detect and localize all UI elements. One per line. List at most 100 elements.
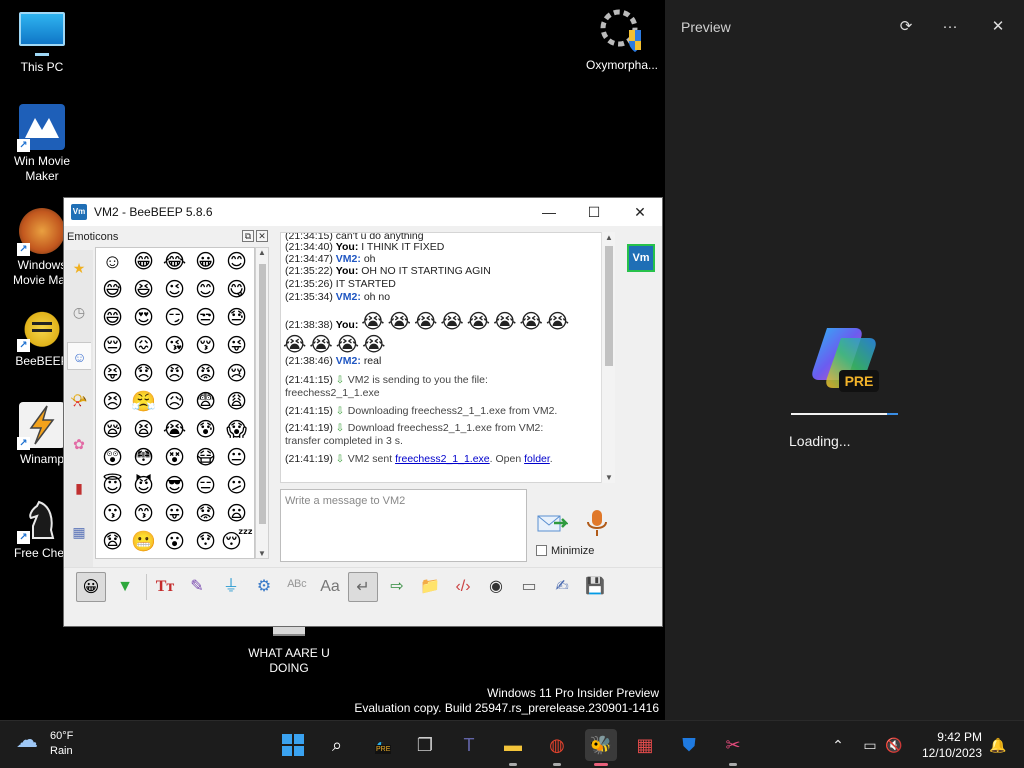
text-format-icon[interactable]: Aa bbox=[315, 572, 345, 602]
chrome-icon[interactable]: ◍ bbox=[541, 729, 573, 766]
emoticon-item[interactable]: 😗 bbox=[97, 501, 128, 528]
store-icon[interactable]: ▦ bbox=[629, 729, 661, 761]
emoticon-item[interactable]: 😔 bbox=[97, 333, 128, 360]
code-icon[interactable]: ‹/› bbox=[448, 572, 478, 602]
favorites-tab-star-icon[interactable]: ★ bbox=[67, 254, 91, 282]
emoticon-item[interactable]: 😚 bbox=[190, 333, 221, 360]
emoticon-item[interactable]: 😇 bbox=[97, 473, 128, 500]
window-titlebar[interactable]: Vm VM2 - BeeBEEP 5.8.6 — ☐ ✕ bbox=[64, 198, 662, 226]
show-hidden-icons-chevron-icon[interactable]: ⌃ bbox=[828, 735, 848, 755]
close-icon[interactable]: ✕ bbox=[985, 14, 1011, 40]
emoticon-item[interactable]: 😮 bbox=[159, 529, 190, 556]
emoticon-item[interactable]: 😉 bbox=[159, 277, 190, 304]
emoticon-item[interactable]: 😘 bbox=[159, 333, 190, 360]
emoticon-item[interactable]: 😡 bbox=[190, 361, 221, 388]
emoticon-item[interactable]: 😁 bbox=[128, 249, 159, 276]
emoticon-item[interactable]: 😎 bbox=[159, 473, 190, 500]
start-button[interactable] bbox=[277, 729, 309, 761]
emoticon-item[interactable]: 😷 bbox=[190, 445, 221, 472]
emoticon-item[interactable]: 😫 bbox=[128, 417, 159, 444]
recent-tab-clock-icon[interactable]: ◷ bbox=[67, 298, 91, 326]
scroll-thumb[interactable] bbox=[605, 246, 613, 366]
emoticon-item[interactable]: 😊 bbox=[221, 249, 252, 276]
save-chat-icon[interactable]: 💾 bbox=[580, 572, 610, 602]
maximize-window-button[interactable]: ☐ bbox=[571, 198, 617, 226]
desktop-file[interactable]: WHAT AARE U DOING bbox=[244, 622, 334, 676]
minimize-window-button[interactable]: — bbox=[526, 198, 572, 226]
beebeep-taskbar-icon[interactable]: 🐝 bbox=[585, 729, 617, 766]
voice-message-button[interactable] bbox=[584, 508, 610, 538]
scroll-up-icon[interactable]: ▲ bbox=[258, 248, 266, 257]
emoticon-item[interactable]: 😛 bbox=[159, 501, 190, 528]
notification-bell-icon[interactable]: 🔔 bbox=[988, 735, 1008, 755]
nature-tab-flower-icon[interactable]: ✿ bbox=[67, 430, 91, 458]
objects-tab-horn-icon[interactable]: 📯 bbox=[67, 386, 91, 414]
places-tab-icon[interactable]: ▮ bbox=[67, 474, 91, 502]
emoticon-item[interactable]: 😰 bbox=[190, 417, 221, 444]
emoticon-item[interactable]: 😲 bbox=[97, 445, 128, 472]
close-window-button[interactable]: ✕ bbox=[617, 198, 663, 226]
emoticon-item[interactable]: 😥 bbox=[159, 389, 190, 416]
search-icon[interactable]: ⌕ bbox=[321, 729, 353, 761]
emoticon-item[interactable]: 😊 bbox=[190, 277, 221, 304]
emoticon-item[interactable]: 😜 bbox=[221, 333, 252, 360]
color-pen-icon[interactable]: ✎ bbox=[182, 572, 212, 602]
emoticon-item[interactable]: 😵 bbox=[159, 445, 190, 472]
chat-scrollbar[interactable]: ▲ ▼ bbox=[601, 232, 615, 483]
display-icon[interactable]: ▭ bbox=[860, 735, 880, 755]
scroll-up-icon[interactable]: ▲ bbox=[603, 233, 615, 242]
emoticon-item[interactable]: 😈 bbox=[128, 473, 159, 500]
emoticon-item[interactable]: 😂 bbox=[159, 249, 190, 276]
emoticon-item[interactable]: 😯 bbox=[190, 529, 221, 556]
emoticon-item[interactable]: 😆 bbox=[128, 277, 159, 304]
emoticon-item[interactable]: 😒 bbox=[190, 305, 221, 332]
emoticon-item[interactable]: 😓 bbox=[221, 305, 252, 332]
emoticon-item[interactable]: ☺ bbox=[97, 249, 128, 276]
sent-file-link[interactable]: freechess2_1_1.exe bbox=[395, 453, 490, 465]
teams-icon[interactable]: T bbox=[453, 729, 485, 761]
symbols-tab-icon[interactable]: ▦ bbox=[67, 518, 91, 546]
camera-icon[interactable]: ◉ bbox=[481, 572, 511, 602]
emoticon-item[interactable]: 😕 bbox=[221, 473, 252, 500]
emoticon-item[interactable]: 😅 bbox=[97, 277, 128, 304]
snipping-tool-icon[interactable]: ✂ bbox=[717, 729, 749, 766]
task-view-icon[interactable]: ❐ bbox=[409, 729, 441, 761]
emoticon-item[interactable]: 😢 bbox=[221, 361, 252, 388]
emoticon-item[interactable]: 😞 bbox=[128, 361, 159, 388]
defender-shield-icon[interactable]: ⛊ bbox=[673, 729, 705, 761]
emoticon-item[interactable]: 😩 bbox=[221, 389, 252, 416]
people-tab-icon[interactable]: ☺ bbox=[67, 342, 91, 370]
emoticon-item[interactable]: 😝 bbox=[97, 361, 128, 388]
desktop-icon-win-movie-maker[interactable]: ↗ Win Movie Maker bbox=[0, 104, 84, 184]
emoticon-item[interactable]: 😳 bbox=[128, 445, 159, 472]
emoticon-item[interactable]: 😦 bbox=[221, 501, 252, 528]
more-options-icon[interactable]: ··· bbox=[937, 14, 963, 40]
scroll-thumb[interactable] bbox=[259, 264, 266, 524]
emoticon-item[interactable]: 😴 bbox=[221, 529, 253, 556]
emoticon-item[interactable]: 😄 bbox=[97, 305, 128, 332]
emoticons-toggle-icon[interactable]: 😀 bbox=[76, 572, 106, 602]
send-folder-icon[interactable]: 📁 bbox=[415, 572, 445, 602]
return-key-icon[interactable]: ↵ bbox=[348, 572, 378, 602]
emoticon-scrollbar[interactable]: ▲ ▼ bbox=[255, 247, 269, 559]
emoticon-item[interactable]: 😋 bbox=[221, 277, 252, 304]
emoticon-item[interactable]: 😟 bbox=[190, 501, 221, 528]
emoticon-bar-icon[interactable]: ▼ bbox=[110, 572, 140, 602]
refresh-icon[interactable]: ⟳ bbox=[893, 14, 919, 40]
file-explorer-icon[interactable]: ▬ bbox=[497, 729, 529, 766]
desktop-icon-oxymorpha[interactable]: Oxymorpha... bbox=[580, 8, 664, 73]
emoticon-item[interactable]: 😱 bbox=[221, 417, 252, 444]
emoticon-item[interactable]: 😐 bbox=[221, 445, 252, 472]
scroll-down-icon[interactable]: ▼ bbox=[258, 549, 266, 558]
emoticon-item[interactable]: 😍 bbox=[128, 305, 159, 332]
minimize-checkbox[interactable]: Minimize bbox=[536, 545, 594, 557]
volume-muted-icon[interactable]: 🔇 bbox=[884, 735, 904, 755]
emoticon-item[interactable]: 😨 bbox=[190, 389, 221, 416]
emoticon-item[interactable]: 😠 bbox=[159, 361, 190, 388]
emoticon-item[interactable]: 😶 bbox=[97, 557, 128, 558]
emoticon-item[interactable]: 😑 bbox=[190, 473, 221, 500]
desktop-icon-this-pc[interactable]: This PC bbox=[0, 10, 84, 75]
emoticon-item[interactable]: 😀 bbox=[190, 249, 221, 276]
filter-icon[interactable]: ⏚ bbox=[216, 572, 246, 602]
float-panel-icon[interactable]: ⧉ bbox=[242, 230, 254, 242]
